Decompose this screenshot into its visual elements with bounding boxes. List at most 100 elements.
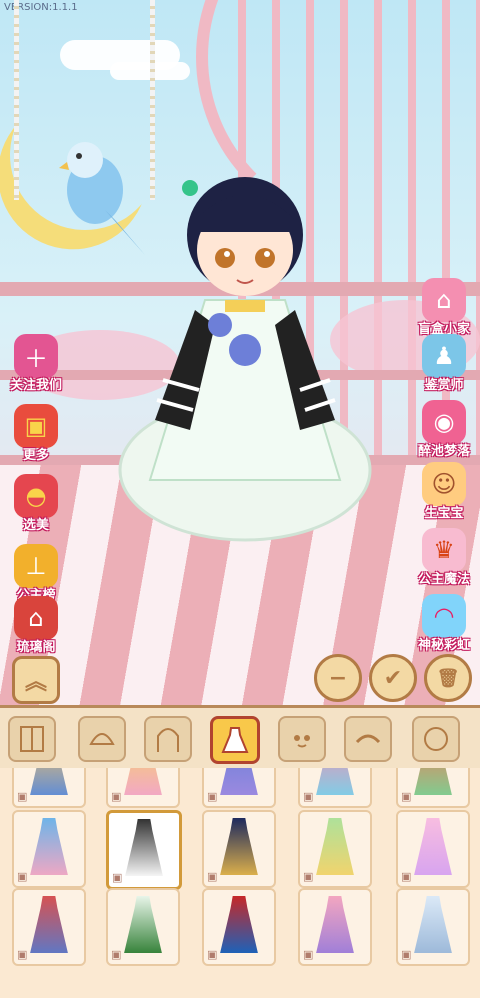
video-ad-icon: ▣ <box>111 790 122 803</box>
video-ad-icon: ▣ <box>401 790 412 803</box>
category-hair-back[interactable] <box>144 716 192 762</box>
eyebrows-icon <box>355 734 381 744</box>
dressup-scene: VERSION:1.1.1 ＋ 关注我们 ▣ 更多 ◓ 选美 ⊥ ⌂ 琉璃阁 ⌂… <box>0 0 480 705</box>
outfit-item[interactable]: ▣ <box>396 810 470 888</box>
swing-rope <box>14 0 19 200</box>
princess-magic-button[interactable]: ♛ 公主魔法 <box>406 528 480 587</box>
minus-icon: − <box>328 665 348 691</box>
dress-icon <box>221 727 249 753</box>
beauty-contest-button[interactable]: ◓ 选美 <box>0 474 74 533</box>
item-grid: ▣ ▣ ▣ ▣ ▣ ▣ ▣ ▣ ▣ ▣ ▣ ▣ ▣ ▣ ▣ <box>0 768 480 998</box>
follow-us-icon: ＋ <box>14 334 58 378</box>
confirm-button[interactable]: ✔ <box>369 654 417 702</box>
category-hair-front[interactable] <box>78 716 126 762</box>
collapse-button[interactable]: ︽ <box>12 656 60 704</box>
category-face[interactable] <box>278 716 326 762</box>
outfit-thumbnail <box>30 818 68 875</box>
baby-label: 生宝宝 <box>424 506 464 521</box>
princess-magic-label: 公主魔法 <box>417 572 470 587</box>
video-ad-icon: ▣ <box>111 948 122 961</box>
hair-back-icon <box>157 728 179 752</box>
pavilion-label: 琉璃阁 <box>16 640 56 655</box>
category-wardrobe[interactable] <box>8 716 56 762</box>
outfit-item[interactable]: ▣ <box>106 810 182 890</box>
princess-icon: ♛ <box>422 528 466 572</box>
outfit-thumbnail <box>414 896 452 953</box>
appraiser-icon: ♟ <box>422 334 466 378</box>
mystery-rainbow-label: 神秘彩虹 <box>417 638 470 653</box>
outfit-thumbnail <box>414 768 452 795</box>
chevron-double-up-icon: ︽ <box>24 670 47 695</box>
follow-us-button[interactable]: ＋ 关注我们 <box>0 334 74 393</box>
outfit-thumbnail <box>124 768 162 795</box>
cat-mask-icon: ◉ <box>422 400 466 444</box>
outfit-thumbnail <box>220 896 258 953</box>
video-ad-icon: ▣ <box>17 948 28 961</box>
category-face-shape[interactable] <box>412 716 460 762</box>
ranking-icon: ⊥ <box>14 544 58 588</box>
video-ad-icon: ▣ <box>207 948 218 961</box>
outfit-thumbnail <box>316 818 354 875</box>
category-dress[interactable] <box>210 716 260 764</box>
outfit-item[interactable]: ▣ <box>298 888 372 966</box>
outfit-item[interactable]: ▣ <box>396 888 470 966</box>
outfit-item[interactable]: ▣ <box>106 768 180 808</box>
baby-icon: ☺ <box>422 462 466 506</box>
outfit-item[interactable]: ▣ <box>106 888 180 966</box>
outfit-thumbnail <box>220 768 258 795</box>
blind-box-button[interactable]: ⌂ 盲盒小家 <box>406 278 480 337</box>
outfit-item[interactable]: ▣ <box>396 768 470 808</box>
blind-box-icon: ⌂ <box>422 278 466 322</box>
appraiser-label: 鉴赏师 <box>424 378 464 393</box>
outfit-item[interactable]: ▣ <box>202 888 276 966</box>
dream-button[interactable]: ◉ 醉池梦落 <box>406 400 480 459</box>
minus-button[interactable]: − <box>314 654 362 702</box>
check-icon: ✔ <box>383 665 403 691</box>
mystery-rainbow-button[interactable]: ◠ 神秘彩虹 <box>406 594 480 653</box>
wardrobe-icon <box>20 726 44 752</box>
outfit-item[interactable]: ▣ <box>298 810 372 888</box>
outfit-thumbnail <box>316 768 354 795</box>
more-button[interactable]: ▣ 更多 <box>0 404 74 463</box>
outfit-thumbnail <box>220 818 258 875</box>
video-ad-icon: ▣ <box>401 948 412 961</box>
follow-us-label: 关注我们 <box>9 378 62 393</box>
outfit-thumbnail <box>316 896 354 953</box>
hair-front-icon <box>89 733 115 745</box>
outfit-thumbnail <box>125 819 163 876</box>
outfit-item[interactable]: ▣ <box>202 810 276 888</box>
video-ad-icon: ▣ <box>112 871 123 884</box>
video-ad-icon: ▣ <box>17 790 28 803</box>
category-eyebrows[interactable] <box>344 716 392 762</box>
outfit-thumbnail <box>414 818 452 875</box>
outfit-item[interactable]: ▣ <box>298 768 372 808</box>
more-label: 更多 <box>22 448 49 463</box>
video-ad-icon: ▣ <box>17 870 28 883</box>
delete-button[interactable]: 🗑 <box>424 654 472 702</box>
appraiser-button[interactable]: ♟ 鉴赏师 <box>406 334 480 393</box>
video-ad-icon: ▣ <box>401 870 412 883</box>
face-icon <box>294 735 310 748</box>
princess-doll <box>118 177 372 542</box>
rainbow-icon: ◠ <box>422 594 466 638</box>
outfit-thumbnail <box>30 768 68 795</box>
pavilion-icon: ⌂ <box>14 596 58 640</box>
face-shape-icon <box>424 727 448 751</box>
fan-icon: ◓ <box>14 474 58 518</box>
princess-ranking-button[interactable]: ⊥ 公主榜 <box>0 544 74 603</box>
trash-icon: 🗑 <box>436 667 460 689</box>
baby-button[interactable]: ☺ 生宝宝 <box>406 462 480 521</box>
outfit-item[interactable]: ▣ <box>12 888 86 966</box>
video-ad-icon: ▣ <box>303 870 314 883</box>
gift-box-icon: ▣ <box>14 404 58 448</box>
beauty-contest-label: 选美 <box>22 518 49 533</box>
video-ad-icon: ▣ <box>207 870 218 883</box>
outfit-item[interactable]: ▣ <box>202 768 276 808</box>
pavilion-button[interactable]: ⌂ 琉璃阁 <box>0 596 74 655</box>
outfit-thumbnail <box>30 896 68 953</box>
category-bar <box>0 705 480 771</box>
video-ad-icon: ▣ <box>303 948 314 961</box>
outfit-thumbnail <box>124 896 162 953</box>
outfit-item[interactable]: ▣ <box>12 768 86 808</box>
outfit-item[interactable]: ▣ <box>12 810 86 888</box>
